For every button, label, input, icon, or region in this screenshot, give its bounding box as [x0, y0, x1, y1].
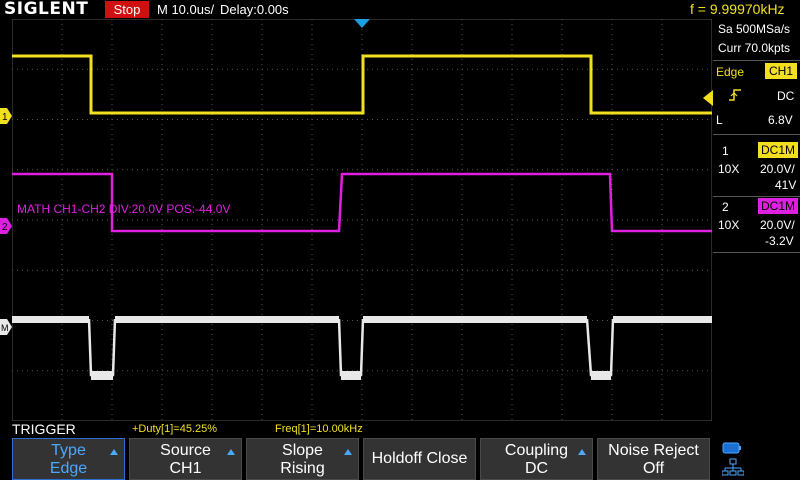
math-waveform-band-3: [363, 316, 587, 323]
rising-edge-icon: [729, 89, 741, 101]
softkey-value: Edge: [49, 460, 88, 477]
menu-title: TRIGGER: [12, 421, 76, 437]
sample-rate: Sa 500MSa/s: [718, 22, 791, 36]
math-waveform-band-2: [115, 316, 339, 323]
ch1-offset-marker[interactable]: 1: [0, 108, 12, 124]
frequency-measurement: Freq[1]=10.00kHz: [275, 423, 363, 435]
math-offset-marker[interactable]: M: [0, 319, 12, 335]
math-marker-label: M: [1, 323, 9, 333]
battery-icon: [722, 442, 741, 454]
softkey-noise-reject[interactable]: Noise Reject Off: [597, 438, 710, 480]
memory-depth: Curr 70.0kpts: [718, 41, 791, 55]
math-waveform-band-1: [12, 316, 89, 323]
up-arrow-icon: [344, 449, 352, 455]
softkey-label: Source: [160, 442, 211, 459]
softkey-label: Noise Reject: [608, 442, 699, 459]
softkey-label: Slope: [282, 442, 323, 459]
math-waveform-band-4: [613, 316, 712, 323]
ch1-coupling-badge[interactable]: DC1M: [758, 142, 798, 158]
panel-divider: [713, 134, 800, 135]
softkey-value: CH1: [169, 460, 202, 477]
ch1-number: 1: [722, 144, 729, 158]
math-pulse-low-2: [341, 371, 361, 380]
softkey-label: Holdoff Close: [371, 450, 468, 467]
panel-divider: [713, 196, 800, 197]
softkey-value: Off: [642, 460, 665, 477]
brand-logo: SIGLENT: [4, 0, 89, 19]
ch2-coupling-badge[interactable]: DC1M: [758, 198, 798, 214]
frequency-counter: f = 9.99970kHz: [690, 1, 785, 17]
trigger-coupling: DC: [777, 89, 795, 103]
delay-readout: Delay:0.00s: [220, 2, 289, 17]
panel-divider: [713, 60, 800, 61]
duty-measurement: +Duty[1]=45.25%: [132, 423, 218, 435]
up-arrow-icon: [110, 449, 118, 455]
up-arrow-icon: [578, 449, 586, 455]
softkey-value: DC: [524, 460, 549, 477]
softkey-coupling[interactable]: Coupling DC: [480, 438, 593, 480]
trigger-level: 6.8V: [768, 113, 793, 127]
trigger-level-marker[interactable]: [703, 90, 713, 106]
ch1-marker-label: 1: [2, 112, 8, 123]
softkey-label: Type: [51, 442, 86, 459]
softkey-label: Coupling: [504, 442, 569, 459]
ch2-offset-marker[interactable]: 2: [0, 218, 12, 234]
ch1-offset: 41V: [775, 178, 797, 192]
ch2-marker-label: 2: [2, 222, 8, 233]
math-label: MATH CH1-CH2 DIV:20.0V POS:-44.0V: [17, 202, 230, 216]
softkey-slope[interactable]: Slope Rising: [246, 438, 359, 480]
timebase-readout: M 10.0us/: [157, 2, 215, 17]
softkey-value: Rising: [280, 460, 325, 477]
trigger-source-badge: CH1: [765, 63, 797, 79]
ch2-number: 2: [722, 200, 729, 214]
math-pulse-low-3: [591, 371, 611, 380]
up-arrow-icon: [227, 449, 235, 455]
ch2-probe: 10X: [718, 218, 740, 232]
ch2-scale: 20.0V/: [760, 218, 795, 232]
ch1-scale: 20.0V/: [760, 162, 795, 176]
softkey-type[interactable]: Type Edge: [12, 438, 125, 480]
trigger-mode: Edge: [716, 65, 745, 79]
ch1-probe: 10X: [718, 162, 740, 176]
network-icon: [722, 458, 744, 476]
trigger-level-prefix: L: [716, 113, 723, 127]
ch2-offset: -3.2V: [765, 234, 794, 248]
panel-divider: [713, 252, 800, 253]
softkey-source[interactable]: Source CH1: [129, 438, 242, 480]
math-pulse-low-1: [91, 371, 113, 380]
waveform-display[interactable]: MATH CH1-CH2 DIV:20.0V POS:-44.0V: [12, 19, 712, 421]
softkey-holdoff[interactable]: Holdoff Close: [363, 438, 476, 480]
run-stop-status-badge[interactable]: Stop: [105, 1, 149, 18]
